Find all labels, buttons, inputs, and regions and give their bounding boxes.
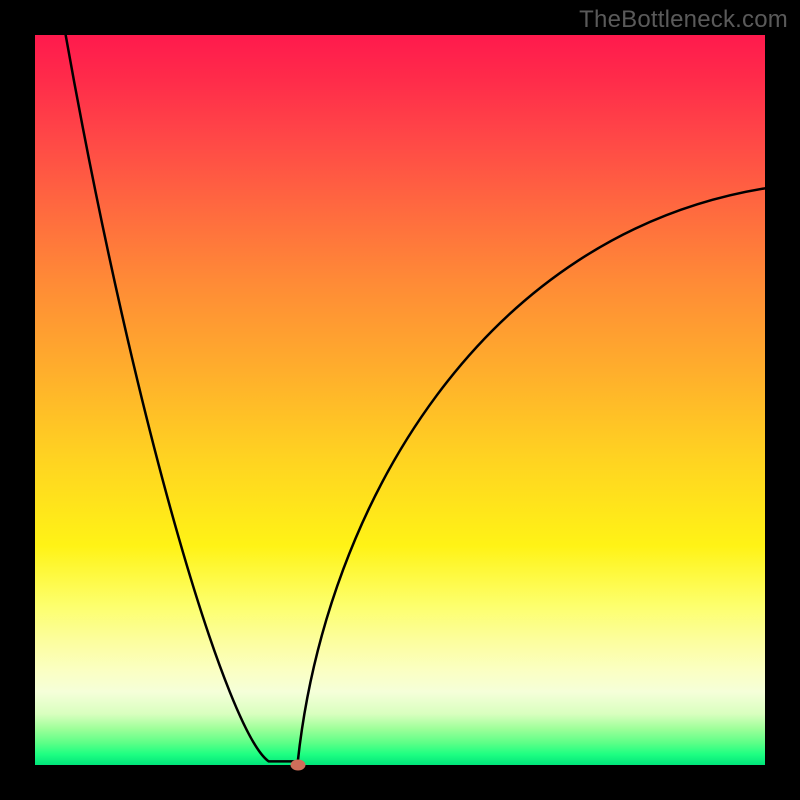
bottleneck-curve (35, 35, 765, 765)
optimal-point-marker (290, 760, 305, 771)
watermark-text: TheBottleneck.com (579, 6, 788, 34)
chart-frame: TheBottleneck.com (0, 0, 800, 800)
curve-path (66, 35, 765, 761)
plot-area (35, 35, 765, 765)
